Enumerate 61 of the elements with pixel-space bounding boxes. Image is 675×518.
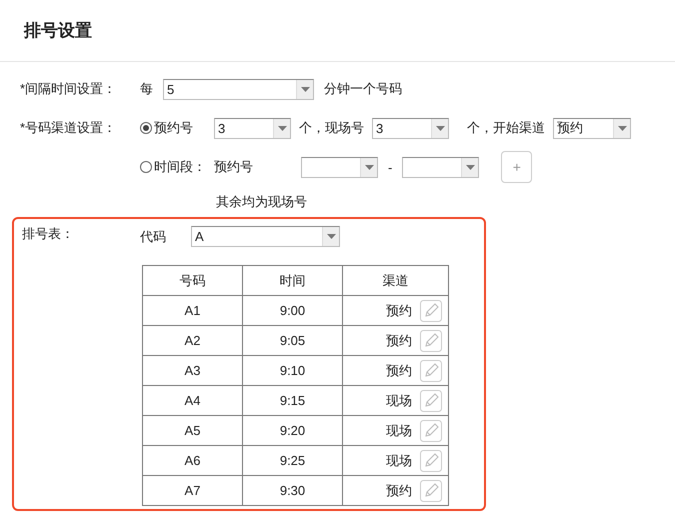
section-label: 排号表：	[22, 225, 75, 243]
dropdown-field[interactable]: 3	[214, 118, 291, 138]
table-cell: 预约	[386, 362, 412, 380]
dropdown-field[interactable]	[402, 156, 480, 178]
edit-icon[interactable]	[420, 300, 442, 322]
dropdown-field[interactable]: 5	[163, 78, 314, 100]
table-cell: 现场	[386, 392, 412, 410]
field-label: *间隔时间设置：	[19, 80, 118, 98]
dropdown-field[interactable]: A	[191, 226, 340, 247]
radio-icon[interactable]	[140, 161, 152, 173]
field-label: *号码渠道设置：	[19, 119, 118, 137]
table-cell: 9:20	[242, 416, 342, 446]
table-cell: A7	[142, 476, 242, 506]
table-cell: A4	[142, 386, 242, 416]
edit-icon[interactable]	[420, 330, 442, 352]
caret-icon	[466, 164, 475, 170]
table-cell: 9:25	[242, 446, 342, 476]
field-label: 代码	[140, 228, 167, 246]
radio-option[interactable]: 预约号	[140, 119, 214, 137]
edit-icon[interactable]	[420, 360, 442, 382]
caret-icon	[278, 126, 286, 130]
field-text: 个，现场号	[299, 119, 364, 137]
edit-icon[interactable]	[420, 450, 442, 472]
caret-icon	[326, 234, 336, 239]
note-text: 其余均为现场号	[216, 194, 307, 209]
radio-icon[interactable]	[140, 122, 152, 134]
column-header: 时间	[242, 266, 342, 296]
table-cell: 预约	[386, 302, 412, 320]
table-cell: 9:30	[242, 476, 342, 506]
caret-icon	[364, 164, 374, 170]
table-cell: 9:10	[242, 356, 342, 386]
table-cell: 现场	[386, 452, 412, 470]
table-cell: A2	[142, 326, 242, 356]
table-cell: A6	[142, 446, 242, 476]
radio-option[interactable]: 时间段：	[140, 158, 214, 176]
field-text: 每	[140, 80, 153, 98]
table-cell: A3	[142, 356, 242, 386]
dropdown-field[interactable]: 3	[372, 118, 449, 138]
edit-icon[interactable]	[420, 480, 442, 502]
page-title: 排号设置	[24, 20, 92, 42]
column-header: 号码	[142, 266, 242, 296]
field-text: 个，开始渠道	[467, 119, 545, 137]
column-header: 渠道	[342, 266, 448, 296]
edit-icon[interactable]	[420, 390, 442, 412]
table-cell: A1	[142, 296, 242, 326]
caret-icon	[618, 126, 626, 130]
dropdown-field[interactable]: 预约	[553, 118, 631, 138]
separator-text: -	[388, 160, 392, 174]
dropdown-field[interactable]	[301, 156, 378, 178]
field-text: 分钟一个号码	[324, 80, 402, 98]
table-cell: 现场	[386, 422, 412, 440]
table-cell: 预约	[386, 482, 412, 500]
table-cell: A5	[142, 416, 242, 446]
table-cell: 预约	[386, 332, 412, 350]
edit-icon[interactable]	[420, 420, 442, 442]
caret-icon	[300, 86, 310, 92]
caret-icon	[436, 126, 444, 130]
table-cell: 9:15	[242, 386, 342, 416]
table-cell: 9:05	[242, 326, 342, 356]
field-text: 预约号	[214, 158, 254, 176]
table-cell: 9:00	[242, 296, 342, 326]
